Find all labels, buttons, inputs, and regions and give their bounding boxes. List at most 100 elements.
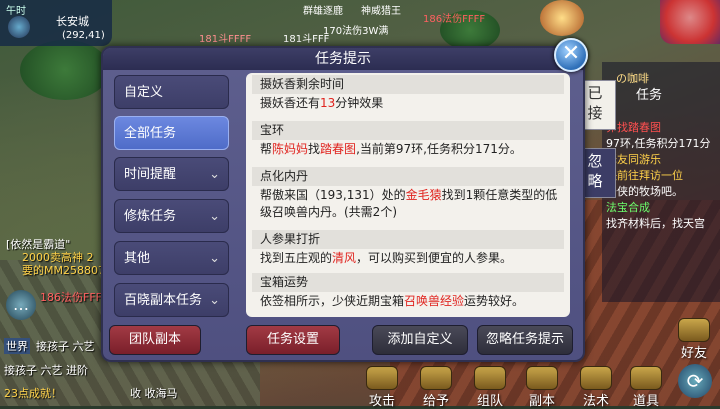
refresh-icon[interactable]: ⟳ (678, 364, 712, 398)
side-panel-list: 卯找踏春图 97环,任务积分171分 驿友同游乐快前往拜访一位 少侠的牧场吧。 法宝合成… (606, 120, 720, 232)
side-panel-line: 少侠的牧场吧。 (606, 185, 683, 198)
side-panel-line: 法宝合成 (606, 201, 650, 214)
category-baixiao-dungeon[interactable]: 百晓副本任务 ⌄ (114, 283, 229, 317)
chat-line: 23点成就！ (4, 387, 62, 400)
tree (20, 40, 110, 100)
handshake-icon (678, 318, 710, 342)
item-button[interactable]: 道具 (624, 366, 668, 409)
top-chip: 170法伤3W满 (323, 26, 389, 37)
task-body: 摄妖香还有13分钟效果 (260, 95, 566, 112)
chat-line: 要的MM258807 (22, 264, 105, 277)
team-dungeon-button[interactable]: 团队副本 (109, 325, 201, 355)
chat-line: 186法伤FFFF (40, 291, 109, 304)
team-icon (474, 366, 506, 390)
side-panel-line: 快前往拜访一位 (606, 169, 683, 182)
task-text: 分钟效果 (335, 96, 384, 110)
gift-icon (420, 366, 452, 390)
chevron-down-icon: ⌄ (209, 293, 220, 308)
highlight-text: 踏春图 (320, 142, 357, 156)
close-button[interactable]: ✕ (554, 38, 588, 72)
compass-icon (8, 16, 30, 38)
category-label: 其他 (124, 251, 151, 266)
category-custom[interactable]: 自定义 (114, 75, 229, 109)
player-portrait[interactable] (660, 0, 720, 44)
task-list[interactable]: 摄妖香剩余时间 摄妖香还有13分钟效果 宝环 帮陈妈妈找踏春图,当前第97环,任… (246, 73, 570, 317)
side-panel-header: 任务 (636, 88, 663, 103)
friend-button[interactable]: 好友 (672, 318, 716, 361)
pet-portrait[interactable] (540, 0, 584, 36)
chat-channel-world[interactable]: 世界 (4, 338, 30, 354)
task-text: 摄妖香还有 (260, 96, 321, 110)
top-chip: 186法伤FFFF (423, 14, 486, 25)
task-text: 找 (308, 142, 321, 156)
highlight-text: 清风 (332, 251, 357, 265)
category-label: 全部任务 (124, 126, 177, 141)
highlight-text: 召唤兽经验 (404, 294, 465, 308)
side-panel-line: 97环,任务积分171分 (606, 137, 711, 150)
top-chip: 神威猎王 (361, 6, 401, 17)
task-title: 人参果打折 (252, 230, 564, 249)
tab-accepted-label: 已接 (587, 84, 603, 122)
task-text: 运势较好。 (464, 294, 525, 308)
tab-ignored-label: 忽略 (587, 152, 603, 190)
spell-label: 法术 (582, 394, 609, 409)
friend-label: 好友 (680, 346, 707, 361)
team-button[interactable]: 组队 (468, 366, 512, 409)
task-text: ,当前第97环,任务积分171分。 (356, 142, 522, 156)
spell-button[interactable]: 法术 (574, 366, 618, 409)
category-other[interactable]: 其他 ⌄ (114, 241, 229, 275)
chevron-down-icon: ⌄ (209, 251, 220, 266)
category-label: 自定义 (124, 85, 164, 100)
ignore-task-tips-button[interactable]: 忽略任务提示 (477, 325, 573, 355)
hud-minimap[interactable]: 午时 长安城 (292,41) (0, 0, 112, 46)
task-text: ，可以购买到便宜的人参果。 (356, 251, 513, 265)
category-label: 修炼任务 (124, 209, 177, 224)
task-text: 帮 (260, 142, 273, 156)
chat-line: 接孩子 六艺 (36, 340, 95, 353)
top-chip: 群雄逐鹿 (303, 6, 343, 17)
task-title: 点化内丹 (252, 167, 564, 186)
dungeon-label: 副本 (528, 394, 555, 409)
category-time-reminder[interactable]: 时间提醒 ⌄ (114, 157, 229, 191)
side-quest-panel[interactable]: の咖啡 任务 卯找踏春图 97环,任务积分171分 驿友同游乐 快前往拜访一位 少侠的牧… (602, 62, 720, 302)
task-text: 依签相所示，少侠近期宝箱 (260, 294, 405, 308)
task-body: 依签相所示，少侠近期宝箱召唤兽经验运势较好。 (260, 293, 566, 310)
task-body: 帮陈妈妈找踏春图,当前第97环,任务积分171分。 (260, 141, 566, 158)
task-body: 帮傲来国（193,131）处的金毛猿找到1颗任意类型的低级召唤兽内丹。(共需2个… (260, 187, 566, 221)
task-title: 宝箱运势 (252, 273, 564, 292)
side-panel-line: 驿友同游乐 (606, 153, 661, 166)
task-body: 找到五庄观的清风，可以购买到便宜的人参果。 (260, 250, 566, 267)
task-title: 宝环 (252, 121, 564, 140)
map-name: 长安城 (56, 15, 89, 28)
category-all-tasks[interactable]: 全部任务 (114, 116, 229, 150)
team-label: 组队 (476, 394, 503, 409)
category-label: 百晓副本任务 (124, 293, 203, 308)
chat-line: 收 收海马 (130, 387, 178, 400)
time-label: 午时 (6, 6, 26, 17)
sword-icon (366, 366, 398, 390)
highlight-text: 金毛猿 (405, 188, 442, 202)
task-text: 找到五庄观的 (260, 251, 333, 265)
add-custom-button[interactable]: 添加自定义 (372, 325, 468, 355)
chevron-down-icon: ⌄ (209, 167, 220, 182)
attack-button[interactable]: 攻击 (360, 366, 404, 409)
spell-icon (580, 366, 612, 390)
chevron-down-icon: ⌄ (209, 209, 220, 224)
category-cultivation[interactable]: 修炼任务 ⌄ (114, 199, 229, 233)
category-label: 时间提醒 (124, 167, 177, 182)
map-coords: (292,41) (62, 30, 105, 41)
highlight-text: 陈妈妈 (272, 142, 309, 156)
bag-icon (630, 366, 662, 390)
highlight-text: 13 (320, 96, 336, 110)
give-button[interactable]: 给予 (414, 366, 458, 409)
chat-line: 接孩子 六艺 进阶 (4, 364, 88, 377)
side-panel-line: 卯找踏春图 (606, 121, 661, 134)
chat-bubble-icon[interactable]: … (6, 290, 36, 320)
dungeon-button[interactable]: 副本 (520, 366, 564, 409)
top-chip: 181斗FFFF (199, 34, 252, 45)
dungeon-icon (526, 366, 558, 390)
task-text: 帮傲来国（193,131）处的 (260, 188, 406, 202)
task-settings-button[interactable]: 任务设置 (246, 325, 340, 355)
task-title: 摄妖香剩余时间 (252, 75, 564, 94)
attack-label: 攻击 (368, 394, 395, 409)
